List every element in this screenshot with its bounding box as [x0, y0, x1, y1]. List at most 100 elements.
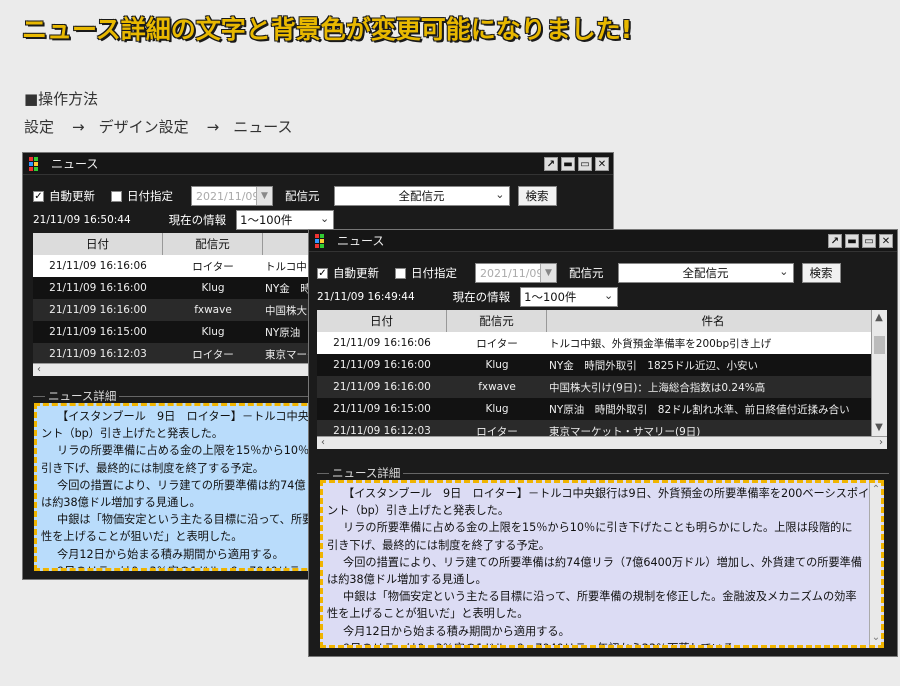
row-source: ロイター [192, 348, 234, 361]
close-icon[interactable]: ✕ [595, 156, 609, 171]
checkbox-checked-icon[interactable]: ✓ [33, 190, 44, 202]
scroll-up-icon[interactable]: ⌃ [870, 484, 881, 496]
detail-line: 【イスタンブール 9日 ロイター】－トルコ中央銀行 [57, 410, 332, 423]
news-detail[interactable]: 【イスタンブール 9日 ロイター】－トルコ中央銀行 ント（bp）引き上げたと発表し… [34, 403, 334, 571]
row-date: 21/11/09 16:16:06 [333, 337, 431, 349]
chevron-down-icon: ⌄ [779, 265, 789, 278]
detail-line: 9日のリラ は0．3％安の1ドル＝9．7040リラ。年初から23％下落している。 [327, 640, 877, 645]
row-source: ロイター [192, 260, 234, 273]
source-value: 全配信元 [682, 266, 729, 280]
step-design-settings: デザイン設定 [98, 118, 189, 136]
vertical-scrollbar[interactable]: ▲ ▼ [871, 310, 887, 436]
date-filter-label: 日付指定 [411, 266, 457, 280]
detail-line: ント（bp）引き上げたと発表した。 [327, 504, 510, 518]
news-window-front: ニュース ↗ ▬ ▭ ✕ ✓ 自動更新 日付指定 2021/11/09 ▼ 配信元… [308, 229, 898, 657]
source-select[interactable]: 全配信元 ⌄ [333, 186, 510, 206]
step-news: ニュース [233, 118, 293, 136]
table-row[interactable]: 21/11/09 16:16:06 ロイター トルコ中銀、外貨預金準備率を200bp… [317, 332, 879, 354]
toolbar: ✓ 自動更新 日付指定 2021/11/09 ▼ 配信元 全配信元 ⌄ 検索 [317, 263, 841, 283]
col-source[interactable]: 配信元 [163, 233, 263, 255]
detail-line: 【イスタンブール 9日 ロイター】－トルコ中央銀行は9日、外貨預金の所要準備率を… [343, 487, 870, 500]
col-date[interactable]: 日付 [33, 233, 163, 255]
window-title: ニュース [51, 157, 99, 171]
minimize-icon[interactable]: ▬ [561, 156, 575, 171]
col-source[interactable]: 配信元 [447, 310, 547, 332]
detail-line: 性を上げることが狙いだ」と表明した。 [41, 530, 243, 544]
range-select[interactable]: 1〜100件 ⌄ [236, 210, 335, 230]
row-title: NY原油 時間外取引 82ドル割れ水準、前日終値付近揉み合い [549, 403, 850, 416]
info-row: 21/11/09 16:50:44 現在の情報 1〜100件 ⌄ [33, 210, 335, 230]
range-value: 1〜100件 [524, 290, 577, 304]
detail-line: リラの所要準備に占める金の上限を15％から10％に引き下げたことも明らかにした。… [343, 521, 853, 535]
chevron-down-icon: ⌄ [603, 289, 614, 302]
app-logo-icon [315, 233, 329, 248]
source-value: 全配信元 [398, 189, 445, 203]
popout-icon[interactable]: ↗ [544, 156, 558, 171]
search-button[interactable]: 検索 [801, 263, 841, 283]
row-source: Klug [201, 282, 225, 294]
auto-update-label: 自動更新 [49, 189, 95, 203]
row-date: 21/11/09 16:16:00 [49, 304, 147, 316]
detail-line: 今月12日から始まる積み期間から適用する。 [57, 547, 284, 561]
row-date: 21/11/09 16:16:00 [333, 359, 431, 371]
app-logo-icon [29, 156, 43, 171]
minimize-icon[interactable]: ▬ [845, 233, 859, 248]
chevron-down-icon[interactable]: ▼ [256, 187, 272, 205]
scroll-left-icon[interactable]: ‹ [33, 364, 45, 376]
detail-line: 性を上げることが狙いだ」と表明した。 [327, 607, 529, 621]
title-bar[interactable]: ニュース ↗ ▬ ▭ ✕ [309, 230, 897, 252]
method-title: ■操作方法 [24, 90, 99, 108]
scroll-down-icon[interactable]: ⌄ [870, 632, 881, 644]
col-title[interactable]: 件名 [547, 310, 879, 332]
close-icon[interactable]: ✕ [879, 233, 893, 248]
checkbox-unchecked-icon[interactable] [395, 267, 406, 279]
current-info-label: 現在の情報 [452, 290, 511, 304]
search-button[interactable]: 検索 [517, 186, 557, 206]
scroll-thumb[interactable] [874, 336, 885, 354]
source-label: 配信元 [285, 189, 320, 203]
scroll-down-icon[interactable]: ▼ [873, 422, 885, 434]
popout-icon[interactable]: ↗ [828, 233, 842, 248]
arrow-icon: → [72, 118, 85, 136]
horizontal-scrollbar[interactable]: ‹ › [317, 436, 887, 449]
row-date: 21/11/09 16:16:00 [333, 381, 431, 393]
maximize-icon[interactable]: ▭ [862, 233, 876, 248]
detail-line: リラの所要準備に占める金の上限を15％から10％ [57, 444, 310, 458]
row-source: Klug [485, 359, 509, 371]
table-header: 日付 配信元 件名 [317, 310, 879, 332]
detail-label: ニュース詳細 [329, 465, 404, 481]
news-table: 日付 配信元 件名 21/11/09 16:16:06 ロイター トルコ中銀、外貨預… [317, 310, 879, 442]
detail-line: 9日のリラ は0．3％安の1ドル＝9．7040リラ。年 [41, 563, 327, 568]
table-row[interactable]: 21/11/09 16:16:00 Klug NY金 時間外取引 1825ドル近辺、… [317, 354, 879, 376]
date-value: 2021/11/09 [480, 266, 544, 280]
current-info-label: 現在の情報 [168, 213, 227, 227]
col-date[interactable]: 日付 [317, 310, 447, 332]
checkbox-unchecked-icon[interactable] [111, 190, 122, 202]
date-input[interactable]: 2021/11/09 ▼ [191, 186, 273, 206]
timestamp: 21/11/09 16:50:44 [33, 214, 131, 226]
detail-line: は約38億ドル増加する見通し。 [41, 496, 201, 510]
detail-line: 引き下げ、最終的には制度を終了する予定。 [41, 461, 264, 475]
checkbox-checked-icon[interactable]: ✓ [317, 267, 328, 279]
detail-scrollbar[interactable]: ⌃ ⌄ [869, 483, 881, 645]
scroll-right-icon[interactable]: › [875, 437, 887, 449]
detail-line: 引き下げ、最終的には制度を終了する予定。 [327, 538, 550, 552]
table-row[interactable]: 21/11/09 16:16:00 fxwave 中国株大引け(9日)：上海総合指数… [317, 376, 879, 398]
scroll-left-icon[interactable]: ‹ [317, 437, 329, 449]
detail-line: 今回の措置により、リラ建ての所要準備は約74億 [57, 478, 306, 492]
title-bar[interactable]: ニュース ↗ ▬ ▭ ✕ [23, 153, 613, 175]
scroll-up-icon[interactable]: ▲ [873, 312, 885, 324]
source-select[interactable]: 全配信元 ⌄ [617, 263, 794, 283]
row-title: 中国株大引け(9日)：上海総合指数は0.24%高 [549, 381, 766, 394]
range-select[interactable]: 1〜100件 ⌄ [520, 287, 619, 307]
chevron-down-icon[interactable]: ▼ [540, 264, 556, 282]
maximize-icon[interactable]: ▭ [578, 156, 592, 171]
row-source: fxwave [194, 304, 232, 316]
table-row[interactable]: 21/11/09 16:15:00 Klug NY原油 時間外取引 82ドル割れ水準… [317, 398, 879, 420]
date-input[interactable]: 2021/11/09 ▼ [475, 263, 557, 283]
row-date: 21/11/09 16:12:03 [49, 348, 147, 360]
toolbar: ✓ 自動更新 日付指定 2021/11/09 ▼ 配信元 全配信元 ⌄ 検索 [33, 186, 557, 206]
row-source: ロイター [476, 337, 518, 350]
news-detail[interactable]: 【イスタンブール 9日 ロイター】－トルコ中央銀行は9日、外貨預金の所要準備率を… [320, 480, 884, 648]
range-value: 1〜100件 [240, 213, 293, 227]
